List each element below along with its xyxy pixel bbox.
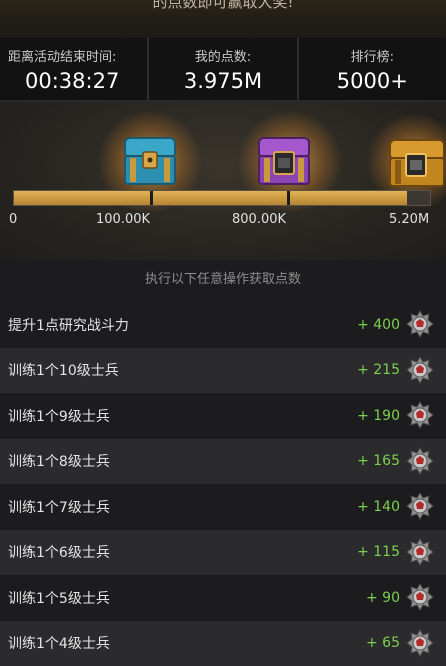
progress-tick-5-2m: 5.20M — [389, 212, 429, 227]
task-points: + 215 — [357, 362, 400, 378]
task-name: 训练1个7级士兵 — [8, 497, 110, 517]
progress-divider — [287, 191, 290, 205]
points-medal-icon — [406, 356, 434, 384]
task-name: 训练1个8级士兵 — [8, 451, 110, 471]
progress-divider — [150, 191, 153, 205]
task-name: 训练1个10级士兵 — [8, 360, 119, 380]
task-row: 训练1个6级士兵 + 115 — [0, 530, 446, 576]
task-row: 提升1点研究战斗力 + 400 — [0, 302, 446, 348]
progress-tick-800k: 800.00K — [232, 212, 286, 227]
points-medal-icon — [406, 538, 434, 566]
points-medal-icon — [406, 492, 434, 520]
purple-chest-icon[interactable] — [255, 132, 313, 188]
event-stats-bar: 距离活动结束时间: 00:38:27 我的点数: 3.975M 排行榜: 500… — [0, 38, 446, 102]
my-points-panel: 我的点数: 3.975M — [147, 38, 296, 100]
task-points: + 65 — [366, 635, 400, 651]
leaderboard-panel[interactable]: 排行榜: 5000+ — [297, 38, 446, 100]
leaderboard-label: 排行榜: — [351, 46, 394, 65]
blue-chest-icon[interactable] — [121, 132, 179, 188]
progress-fill — [14, 191, 407, 205]
task-name: 训练1个5级士兵 — [8, 588, 110, 608]
my-points-label: 我的点数: — [195, 46, 251, 65]
tasks-header: 执行以下任意操作获取点数 — [0, 262, 446, 298]
top-banner: 的点数即可赢取大奖! — [0, 0, 446, 38]
task-points: + 90 — [366, 590, 400, 606]
points-medal-icon — [406, 310, 434, 338]
task-points: + 165 — [357, 453, 400, 469]
task-name: 训练1个9级士兵 — [8, 406, 110, 426]
task-name: 提升1点研究战斗力 — [8, 315, 129, 335]
task-row: 训练1个9级士兵 + 190 — [0, 393, 446, 439]
task-name: 训练1个6级士兵 — [8, 542, 110, 562]
points-medal-icon — [406, 629, 434, 657]
leaderboard-rank-value: 5000+ — [337, 69, 408, 93]
time-remaining-label: 距离活动结束时间: — [8, 46, 116, 65]
task-points: + 400 — [357, 317, 400, 333]
reward-progress-section: 0 100.00K 800.00K 5.20M — [0, 102, 446, 260]
time-remaining-panel: 距离活动结束时间: 00:38:27 — [0, 38, 147, 100]
task-points: + 190 — [357, 408, 400, 424]
task-row: 训练1个10级士兵 + 215 — [0, 348, 446, 394]
my-points-value: 3.975M — [184, 69, 262, 93]
points-medal-icon — [406, 447, 434, 475]
progress-tick-100k: 100.00K — [96, 212, 150, 227]
task-name: 训练1个4级士兵 — [8, 633, 110, 653]
task-points: + 115 — [357, 544, 400, 560]
task-row: 训练1个8级士兵 + 165 — [0, 439, 446, 485]
progress-tick-0: 0 — [9, 212, 17, 227]
task-row: 训练1个7级士兵 + 140 — [0, 484, 446, 530]
task-points: + 140 — [357, 499, 400, 515]
time-remaining-value: 00:38:27 — [25, 69, 119, 93]
reward-progress-bar — [13, 190, 431, 206]
banner-text: 的点数即可赢取大奖! — [0, 0, 446, 12]
task-list: 提升1点研究战斗力 + 400 训练1个10级士兵 + 215 训练1个9级士兵… — [0, 302, 446, 666]
points-medal-icon — [406, 583, 434, 611]
task-row: 训练1个5级士兵 + 90 — [0, 575, 446, 621]
points-medal-icon — [406, 401, 434, 429]
gold-chest-icon[interactable] — [386, 134, 444, 190]
task-row: 训练1个4级士兵 + 65 — [0, 621, 446, 666]
